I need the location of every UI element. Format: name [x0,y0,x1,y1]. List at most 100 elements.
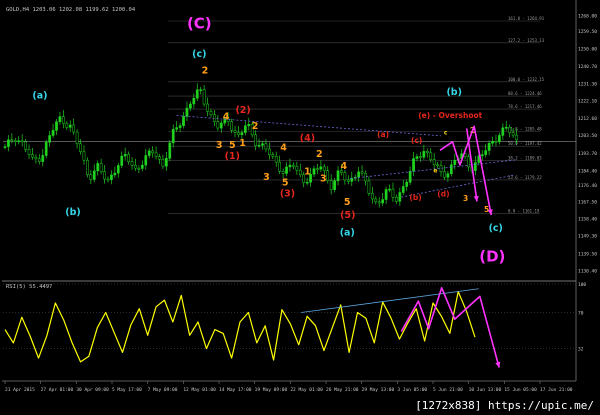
candle-body [498,135,501,143]
candle-body [195,89,199,99]
candle-body [264,143,268,150]
candle-body [68,124,72,128]
candle-body [230,121,233,131]
wave-label: (2) [235,105,250,116]
price-tick-label: 1222.10 [578,98,597,104]
time-tick-label: 27 Apr 01:00 [41,387,74,393]
candle-body [3,146,7,148]
wave-label: (a) [340,227,355,238]
candle-body [106,178,110,181]
candle-body [268,148,271,155]
candle-body [134,165,137,169]
candle-body [243,125,247,133]
price-tick-label: 1231.30 [578,81,597,87]
candle-body [219,122,223,129]
price-tick-label: 1250.00 [578,47,597,53]
wave-label: 2 [202,66,209,77]
fib-level-label: 50.0 - 1197.42 [508,141,542,146]
candle-body [48,135,51,143]
price-tick-label: 1167.50 [578,200,597,206]
wave-label: (b) [65,207,80,218]
candle-body [140,164,144,169]
candle-body [274,156,278,163]
candle-body [257,144,261,147]
candle-body [305,181,309,184]
wave-label: 2 [252,121,259,132]
candle-body [165,158,168,167]
candle-body [240,132,244,136]
candle-body [388,188,391,191]
candle-body [58,116,62,123]
rsi-tick-label: 70 [578,311,584,317]
wave-label: (b) [409,193,421,202]
candle-body [147,150,151,156]
time-tick-label: 10 Jun 13:00 [469,387,502,393]
candle-body [31,154,34,158]
candle-body [515,134,518,141]
rsi-title: RSI(5) 55.4497 [6,284,52,290]
candle-body [316,168,319,170]
candle-body [144,155,148,166]
candle-body [398,192,402,202]
candle-body [467,156,470,168]
rsi-tick-label: 100 [578,282,586,288]
candle-body [44,142,48,156]
candle-body [110,174,113,180]
candle-body [209,111,213,115]
candle-body [137,167,141,170]
fib-level-label: 78.6 - 1217.46 [508,104,542,109]
wave-label: 5 [344,197,351,208]
candle-body [41,155,45,162]
candle-body [216,121,220,129]
price-tick-label: 1203.50 [578,133,597,139]
price-tick-label: 1184.40 [578,168,597,174]
wave-label: 4 [280,143,287,154]
candle-body [55,121,58,131]
candle-body [453,160,457,165]
candle-body [202,89,206,105]
candle-body [154,152,158,157]
candle-body [89,174,93,180]
candle-body [419,156,422,158]
watermark: [1272x838] https://upic.me/ [412,398,597,413]
fib-level-label: 38.2 - 1189.83 [508,155,542,160]
candle-body [405,182,409,187]
candle-body [408,170,412,183]
time-tick-label: 21 Apr 2015 [5,387,35,393]
wave-label: c [444,130,448,137]
candle-body [86,159,89,175]
wave-label: (a) [377,130,389,139]
candle-body [298,169,302,175]
wave-label: 5 [484,205,489,214]
candle-body [24,141,27,150]
wave-label: e [433,168,437,175]
candle-body [254,134,257,146]
time-tick-label: 14 May 17:00 [219,387,252,393]
wave-label: 2 [316,149,323,160]
candle-body [20,140,24,143]
candle-body [474,162,477,171]
candle-body [113,172,117,176]
candle-body [158,156,161,160]
candle-body [82,151,86,161]
candle-body [182,116,185,126]
candle-body [99,163,103,172]
candle-body [189,103,192,109]
candle-body [504,126,508,129]
candle-body [103,171,106,180]
candle-body [487,143,491,151]
wave-label: 3 [263,172,270,183]
wave-label: (C) [187,15,212,33]
fib-level-label: 100.0 - 1232.15 [508,77,545,82]
time-tick-label: 5 Jun 21:00 [433,387,463,393]
candle-body [319,166,323,170]
candle-body [192,97,196,105]
wave-label: 3 [320,173,327,184]
candle-body [281,171,285,174]
candle-body [480,154,484,157]
time-tick-label: 12 May 01:00 [183,387,216,393]
candle-body [278,161,282,172]
candle-body [312,168,316,175]
wave-label: (b) [446,87,461,98]
candle-body [168,142,172,159]
